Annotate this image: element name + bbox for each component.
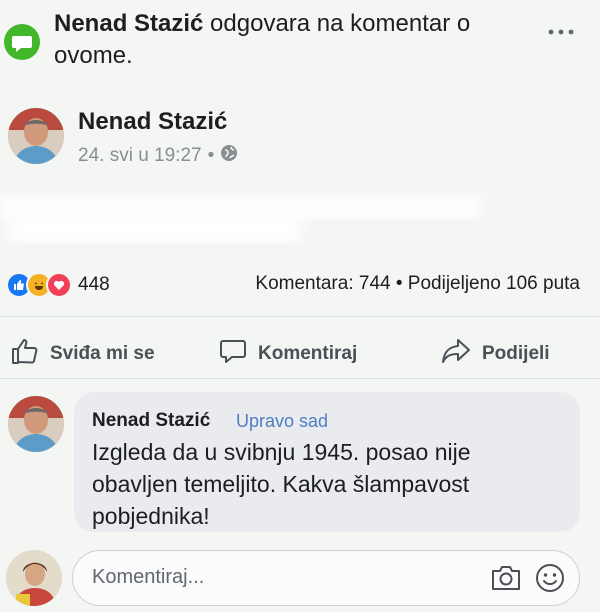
current-user-avatar[interactable] [6,550,62,606]
post-author-avatar[interactable] [8,108,64,164]
share-label: Podijeli [482,343,550,364]
divider-top [0,316,600,317]
meta-separator: • [207,145,215,166]
comment-button[interactable]: Komentiraj [218,336,357,372]
globe-icon [220,144,238,168]
share-button[interactable]: Podijeli [440,336,550,372]
comment-input-placeholder[interactable]: Komentiraj... [92,566,204,589]
post-timestamp[interactable]: 24. svi u 19:27 [78,145,202,167]
notification-actor[interactable]: Nenad Stazić [54,10,203,37]
post-meta: 24. svi u 19:27 • [78,144,238,168]
speech-bubble-icon [218,336,248,372]
comment-label: Komentiraj [258,343,358,364]
like-label: Sviđa mi se [50,343,155,364]
comment-author-name[interactable]: Nenad Stazić [92,410,210,432]
more-icon[interactable] [546,22,576,42]
camera-icon[interactable] [490,564,522,592]
smiley-icon[interactable] [534,562,566,594]
share-arrow-icon [440,336,472,372]
thumbs-up-icon [10,336,40,372]
comment-text: Izgleda da u svibnju 1945. posao nije ob… [92,439,471,529]
comment-timestamp[interactable]: Upravo sad [236,411,328,432]
reactions-summary[interactable]: 448 [6,272,110,298]
comment-author-avatar[interactable] [8,396,64,452]
notification-text[interactable]: Nenad Stazić odgovara na komentar o ovom… [54,8,494,72]
divider-bottom [0,378,600,379]
reaction-count[interactable]: 448 [78,274,110,296]
redacted-post-content [0,184,600,254]
love-reaction-icon [46,272,72,298]
post-author-name[interactable]: Nenad Stazić [78,108,227,136]
like-button[interactable]: Sviđa mi se [10,336,155,372]
post-stats[interactable]: Komentara: 744 • Podijeljeno 106 puta [255,273,580,295]
comment-notification-icon [4,24,40,60]
